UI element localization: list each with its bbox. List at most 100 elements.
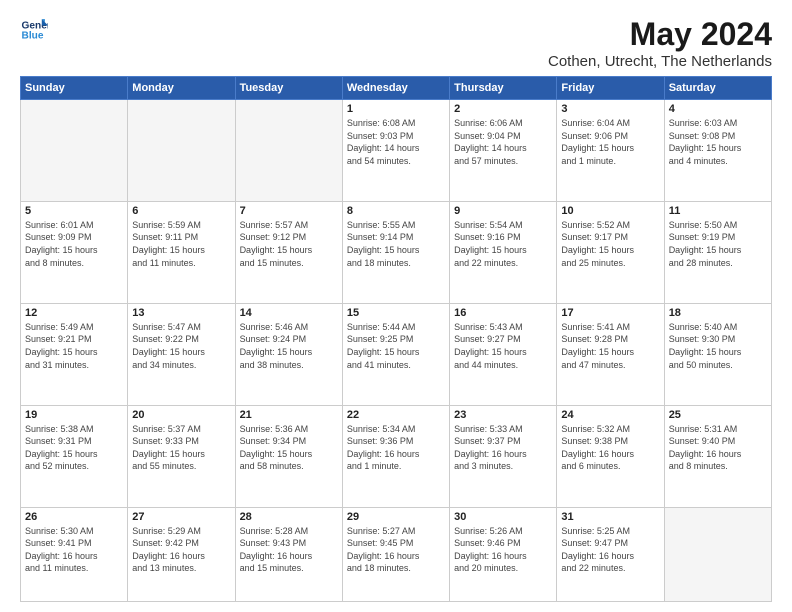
- col-saturday: Saturday: [664, 77, 771, 100]
- cell-info: Sunrise: 5:25 AM Sunset: 9:47 PM Dayligh…: [561, 525, 659, 575]
- cell-info: Sunrise: 5:36 AM Sunset: 9:34 PM Dayligh…: [240, 423, 338, 473]
- table-row: 12 Sunrise: 5:49 AM Sunset: 9:21 PM Dayli…: [21, 303, 128, 405]
- day-number: 26: [25, 511, 123, 523]
- day-number: 11: [669, 205, 767, 217]
- table-row: [664, 507, 771, 601]
- cell-info: Sunrise: 5:28 AM Sunset: 9:43 PM Dayligh…: [240, 525, 338, 575]
- day-number: 9: [454, 205, 552, 217]
- table-row: 8Sunrise: 5:55 AM Sunset: 9:14 PM Daylig…: [342, 201, 449, 303]
- day-number: 6: [132, 205, 230, 217]
- day-number: 13: [132, 307, 230, 319]
- cell-info: Sunrise: 5:40 AM Sunset: 9:30 PM Dayligh…: [669, 321, 767, 371]
- table-row: 26 Sunrise: 5:30 AM Sunset: 9:41 PM Dayli…: [21, 507, 128, 601]
- cell-info: Sunrise: 5:43 AM Sunset: 9:27 PM Dayligh…: [454, 321, 552, 371]
- table-row: 2Sunrise: 6:06 AM Sunset: 9:04 PM Daylig…: [450, 100, 557, 202]
- cell-info: Sunrise: 5:29 AM Sunset: 9:42 PM Dayligh…: [132, 525, 230, 575]
- day-number: 27: [132, 511, 230, 523]
- table-row: 30Sunrise: 5:26 AM Sunset: 9:46 PM Dayli…: [450, 507, 557, 601]
- cell-info: Sunrise: 5:30 AM Sunset: 9:41 PM Dayligh…: [25, 525, 123, 575]
- table-row: 4 Sunrise: 6:03 AM Sunset: 9:08 PM Daylig…: [664, 100, 771, 202]
- table-row: [235, 100, 342, 202]
- day-number: 1: [347, 103, 445, 115]
- table-row: 23 Sunrise: 5:33 AM Sunset: 9:37 PM Dayli…: [450, 405, 557, 507]
- cell-info: Sunrise: 5:44 AM Sunset: 9:25 PM Dayligh…: [347, 321, 445, 371]
- table-row: 17 Sunrise: 5:41 AM Sunset: 9:28 PM Dayli…: [557, 303, 664, 405]
- cell-info: Sunrise: 5:38 AM Sunset: 9:31 PM Dayligh…: [25, 423, 123, 473]
- day-number: 28: [240, 511, 338, 523]
- month-title: May 2024: [548, 16, 772, 53]
- svg-text:Blue: Blue: [22, 31, 44, 42]
- table-row: 20Sunrise: 5:37 AM Sunset: 9:33 PM Dayli…: [128, 405, 235, 507]
- day-number: 5: [25, 205, 123, 217]
- table-row: 6 Sunrise: 5:59 AM Sunset: 9:11 PM Daylig…: [128, 201, 235, 303]
- table-row: [128, 100, 235, 202]
- logo: General Blue: [20, 16, 48, 44]
- day-number: 17: [561, 307, 659, 319]
- logo-icon: General Blue: [20, 16, 48, 44]
- page: General Blue May 2024 Cothen, Utrecht, T…: [0, 0, 792, 612]
- cell-info: Sunrise: 5:59 AM Sunset: 9:11 PM Dayligh…: [132, 219, 230, 269]
- cell-info: Sunrise: 6:01 AM Sunset: 9:09 PM Dayligh…: [25, 219, 123, 269]
- day-number: 2: [454, 103, 552, 115]
- table-row: 5 Sunrise: 6:01 AM Sunset: 9:09 PM Daylig…: [21, 201, 128, 303]
- day-number: 19: [25, 409, 123, 421]
- day-number: 10: [561, 205, 659, 217]
- table-row: 11 Sunrise: 5:50 AM Sunset: 9:19 PM Dayli…: [664, 201, 771, 303]
- table-row: 24 Sunrise: 5:32 AM Sunset: 9:38 PM Dayli…: [557, 405, 664, 507]
- cell-info: Sunrise: 5:47 AM Sunset: 9:22 PM Dayligh…: [132, 321, 230, 371]
- cell-info: Sunrise: 6:08 AM Sunset: 9:03 PM Dayligh…: [347, 117, 445, 167]
- calendar: Sunday Monday Tuesday Wednesday Thursday…: [20, 76, 772, 602]
- day-number: 23: [454, 409, 552, 421]
- day-number: 31: [561, 511, 659, 523]
- table-row: 22 Sunrise: 5:34 AM Sunset: 9:36 PM Dayli…: [342, 405, 449, 507]
- cell-info: Sunrise: 5:52 AM Sunset: 9:17 PM Dayligh…: [561, 219, 659, 269]
- cell-info: Sunrise: 5:46 AM Sunset: 9:24 PM Dayligh…: [240, 321, 338, 371]
- cell-info: Sunrise: 5:34 AM Sunset: 9:36 PM Dayligh…: [347, 423, 445, 473]
- table-row: 1 Sunrise: 6:08 AM Sunset: 9:03 PM Daylig…: [342, 100, 449, 202]
- cell-info: Sunrise: 6:03 AM Sunset: 9:08 PM Dayligh…: [669, 117, 767, 167]
- table-row: 18 Sunrise: 5:40 AM Sunset: 9:30 PM Dayli…: [664, 303, 771, 405]
- cell-info: Sunrise: 5:33 AM Sunset: 9:37 PM Dayligh…: [454, 423, 552, 473]
- day-number: 8: [347, 205, 445, 217]
- cell-info: Sunrise: 5:54 AM Sunset: 9:16 PM Dayligh…: [454, 219, 552, 269]
- cell-info: Sunrise: 5:31 AM Sunset: 9:40 PM Dayligh…: [669, 423, 767, 473]
- day-number: 12: [25, 307, 123, 319]
- cell-info: Sunrise: 6:04 AM Sunset: 9:06 PM Dayligh…: [561, 117, 659, 167]
- table-row: [21, 100, 128, 202]
- table-row: 7 Sunrise: 5:57 AM Sunset: 9:12 PM Daylig…: [235, 201, 342, 303]
- col-friday: Friday: [557, 77, 664, 100]
- col-thursday: Thursday: [450, 77, 557, 100]
- day-number: 24: [561, 409, 659, 421]
- day-number: 29: [347, 511, 445, 523]
- cell-info: Sunrise: 5:49 AM Sunset: 9:21 PM Dayligh…: [25, 321, 123, 371]
- table-row: 13 Sunrise: 5:47 AM Sunset: 9:22 PM Dayli…: [128, 303, 235, 405]
- cell-info: Sunrise: 5:50 AM Sunset: 9:19 PM Dayligh…: [669, 219, 767, 269]
- cell-info: Sunrise: 5:26 AM Sunset: 9:46 PM Dayligh…: [454, 525, 552, 575]
- table-row: 16Sunrise: 5:43 AM Sunset: 9:27 PM Dayli…: [450, 303, 557, 405]
- cell-info: Sunrise: 5:41 AM Sunset: 9:28 PM Dayligh…: [561, 321, 659, 371]
- day-number: 7: [240, 205, 338, 217]
- table-row: 28 Sunrise: 5:28 AM Sunset: 9:43 PM Dayli…: [235, 507, 342, 601]
- table-row: 19 Sunrise: 5:38 AM Sunset: 9:31 PM Dayli…: [21, 405, 128, 507]
- table-row: 10 Sunrise: 5:52 AM Sunset: 9:17 PM Dayli…: [557, 201, 664, 303]
- title-area: May 2024 Cothen, Utrecht, The Netherland…: [548, 16, 772, 70]
- table-row: 25 Sunrise: 5:31 AM Sunset: 9:40 PM Dayli…: [664, 405, 771, 507]
- table-row: 9 Sunrise: 5:54 AM Sunset: 9:16 PM Daylig…: [450, 201, 557, 303]
- header: General Blue May 2024 Cothen, Utrecht, T…: [20, 16, 772, 70]
- table-row: 15 Sunrise: 5:44 AM Sunset: 9:25 PM Dayli…: [342, 303, 449, 405]
- col-wednesday: Wednesday: [342, 77, 449, 100]
- location: Cothen, Utrecht, The Netherlands: [548, 53, 772, 70]
- col-sunday: Sunday: [21, 77, 128, 100]
- table-row: 29Sunrise: 5:27 AM Sunset: 9:45 PM Dayli…: [342, 507, 449, 601]
- cell-info: Sunrise: 5:57 AM Sunset: 9:12 PM Dayligh…: [240, 219, 338, 269]
- day-number: 22: [347, 409, 445, 421]
- day-number: 4: [669, 103, 767, 115]
- day-number: 25: [669, 409, 767, 421]
- day-number: 14: [240, 307, 338, 319]
- day-number: 15: [347, 307, 445, 319]
- cell-info: Sunrise: 5:32 AM Sunset: 9:38 PM Dayligh…: [561, 423, 659, 473]
- table-row: 3Sunrise: 6:04 AM Sunset: 9:06 PM Daylig…: [557, 100, 664, 202]
- day-number: 18: [669, 307, 767, 319]
- cell-info: Sunrise: 5:37 AM Sunset: 9:33 PM Dayligh…: [132, 423, 230, 473]
- table-row: 21Sunrise: 5:36 AM Sunset: 9:34 PM Dayli…: [235, 405, 342, 507]
